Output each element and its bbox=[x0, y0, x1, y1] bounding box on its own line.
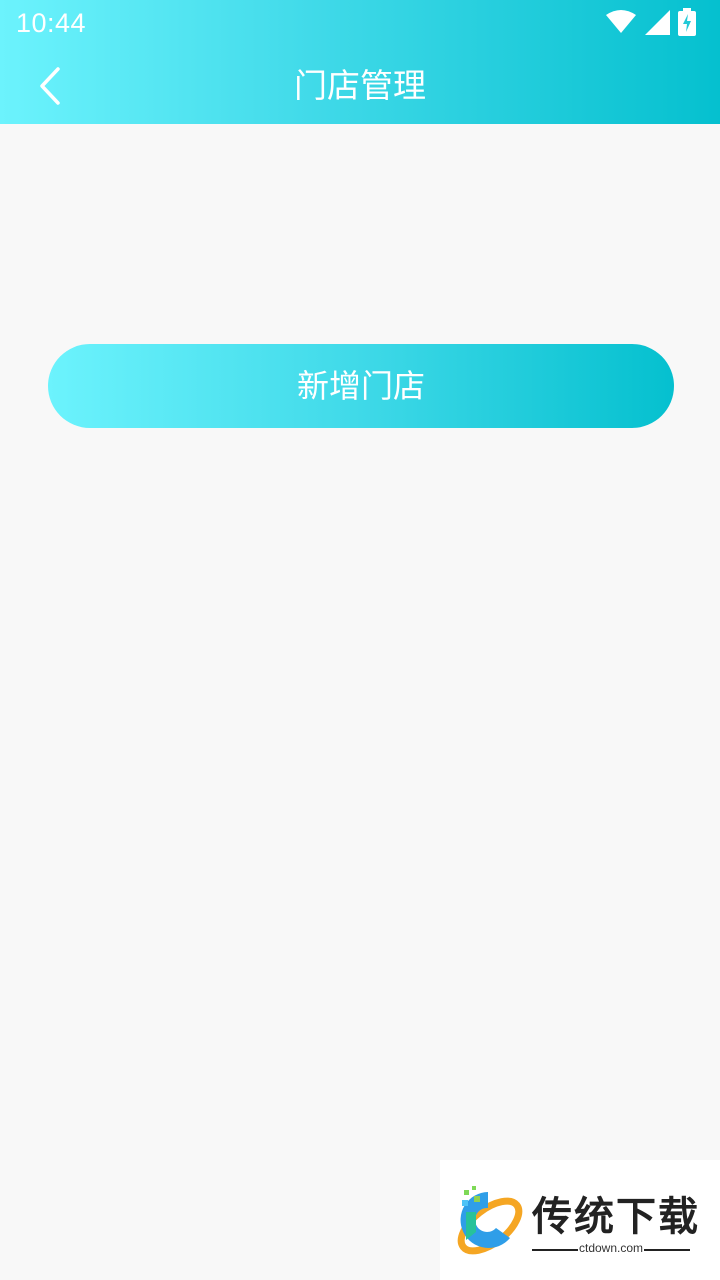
back-button[interactable] bbox=[24, 62, 76, 114]
add-store-button[interactable]: 新增门店 bbox=[48, 344, 674, 428]
watermark-name: 传统下载 bbox=[532, 1194, 700, 1240]
app-header: 10:44 门店管理 bbox=[0, 0, 720, 124]
wifi-icon bbox=[606, 10, 636, 38]
status-icons bbox=[606, 8, 696, 40]
chevron-left-icon bbox=[36, 66, 64, 110]
watermark-domain: ctdown.com bbox=[578, 1241, 644, 1255]
status-bar: 10:44 bbox=[0, 0, 720, 50]
page-title: 门店管理 bbox=[294, 66, 426, 105]
nav-bar: 门店管理 bbox=[0, 50, 720, 124]
watermark: 传统下载 ctdown.com bbox=[440, 1160, 720, 1280]
watermark-divider-right bbox=[644, 1249, 690, 1251]
battery-charging-icon bbox=[678, 8, 696, 40]
signal-icon bbox=[644, 9, 670, 39]
status-time: 10:44 bbox=[16, 8, 87, 38]
watermark-logo-icon bbox=[448, 1182, 528, 1262]
